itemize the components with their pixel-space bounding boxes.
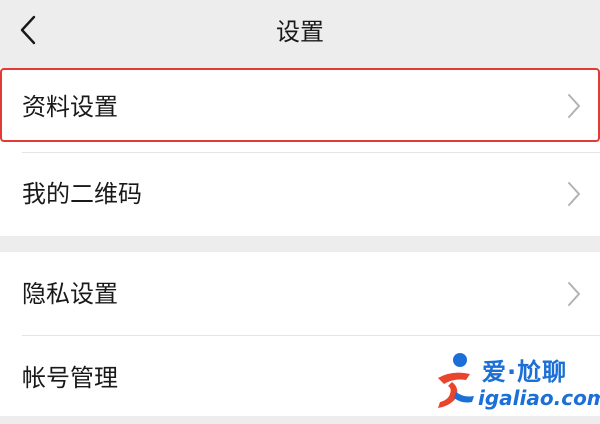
chevron-right-icon bbox=[568, 282, 580, 306]
menu-item-label: 隐私设置 bbox=[22, 280, 118, 308]
menu-item-my-qr-code[interactable]: 我的二维码 bbox=[0, 152, 600, 236]
settings-group-1: 资料设置 我的二维码 bbox=[0, 68, 600, 236]
navigation-bar: 设置 bbox=[0, 0, 600, 64]
settings-group-2: 隐私设置 帐号管理 bbox=[0, 252, 600, 416]
menu-item-label: 帐号管理 bbox=[22, 364, 118, 392]
menu-item-label: 我的二维码 bbox=[22, 180, 142, 208]
chevron-right-icon bbox=[568, 182, 580, 206]
page-title: 设置 bbox=[276, 18, 324, 46]
menu-item-privacy-settings[interactable]: 隐私设置 bbox=[0, 252, 600, 336]
chevron-right-icon bbox=[568, 94, 580, 118]
menu-item-account-management[interactable]: 帐号管理 bbox=[0, 336, 600, 420]
menu-item-label: 资料设置 bbox=[22, 93, 118, 121]
menu-item-profile-settings[interactable]: 资料设置 bbox=[0, 68, 600, 152]
